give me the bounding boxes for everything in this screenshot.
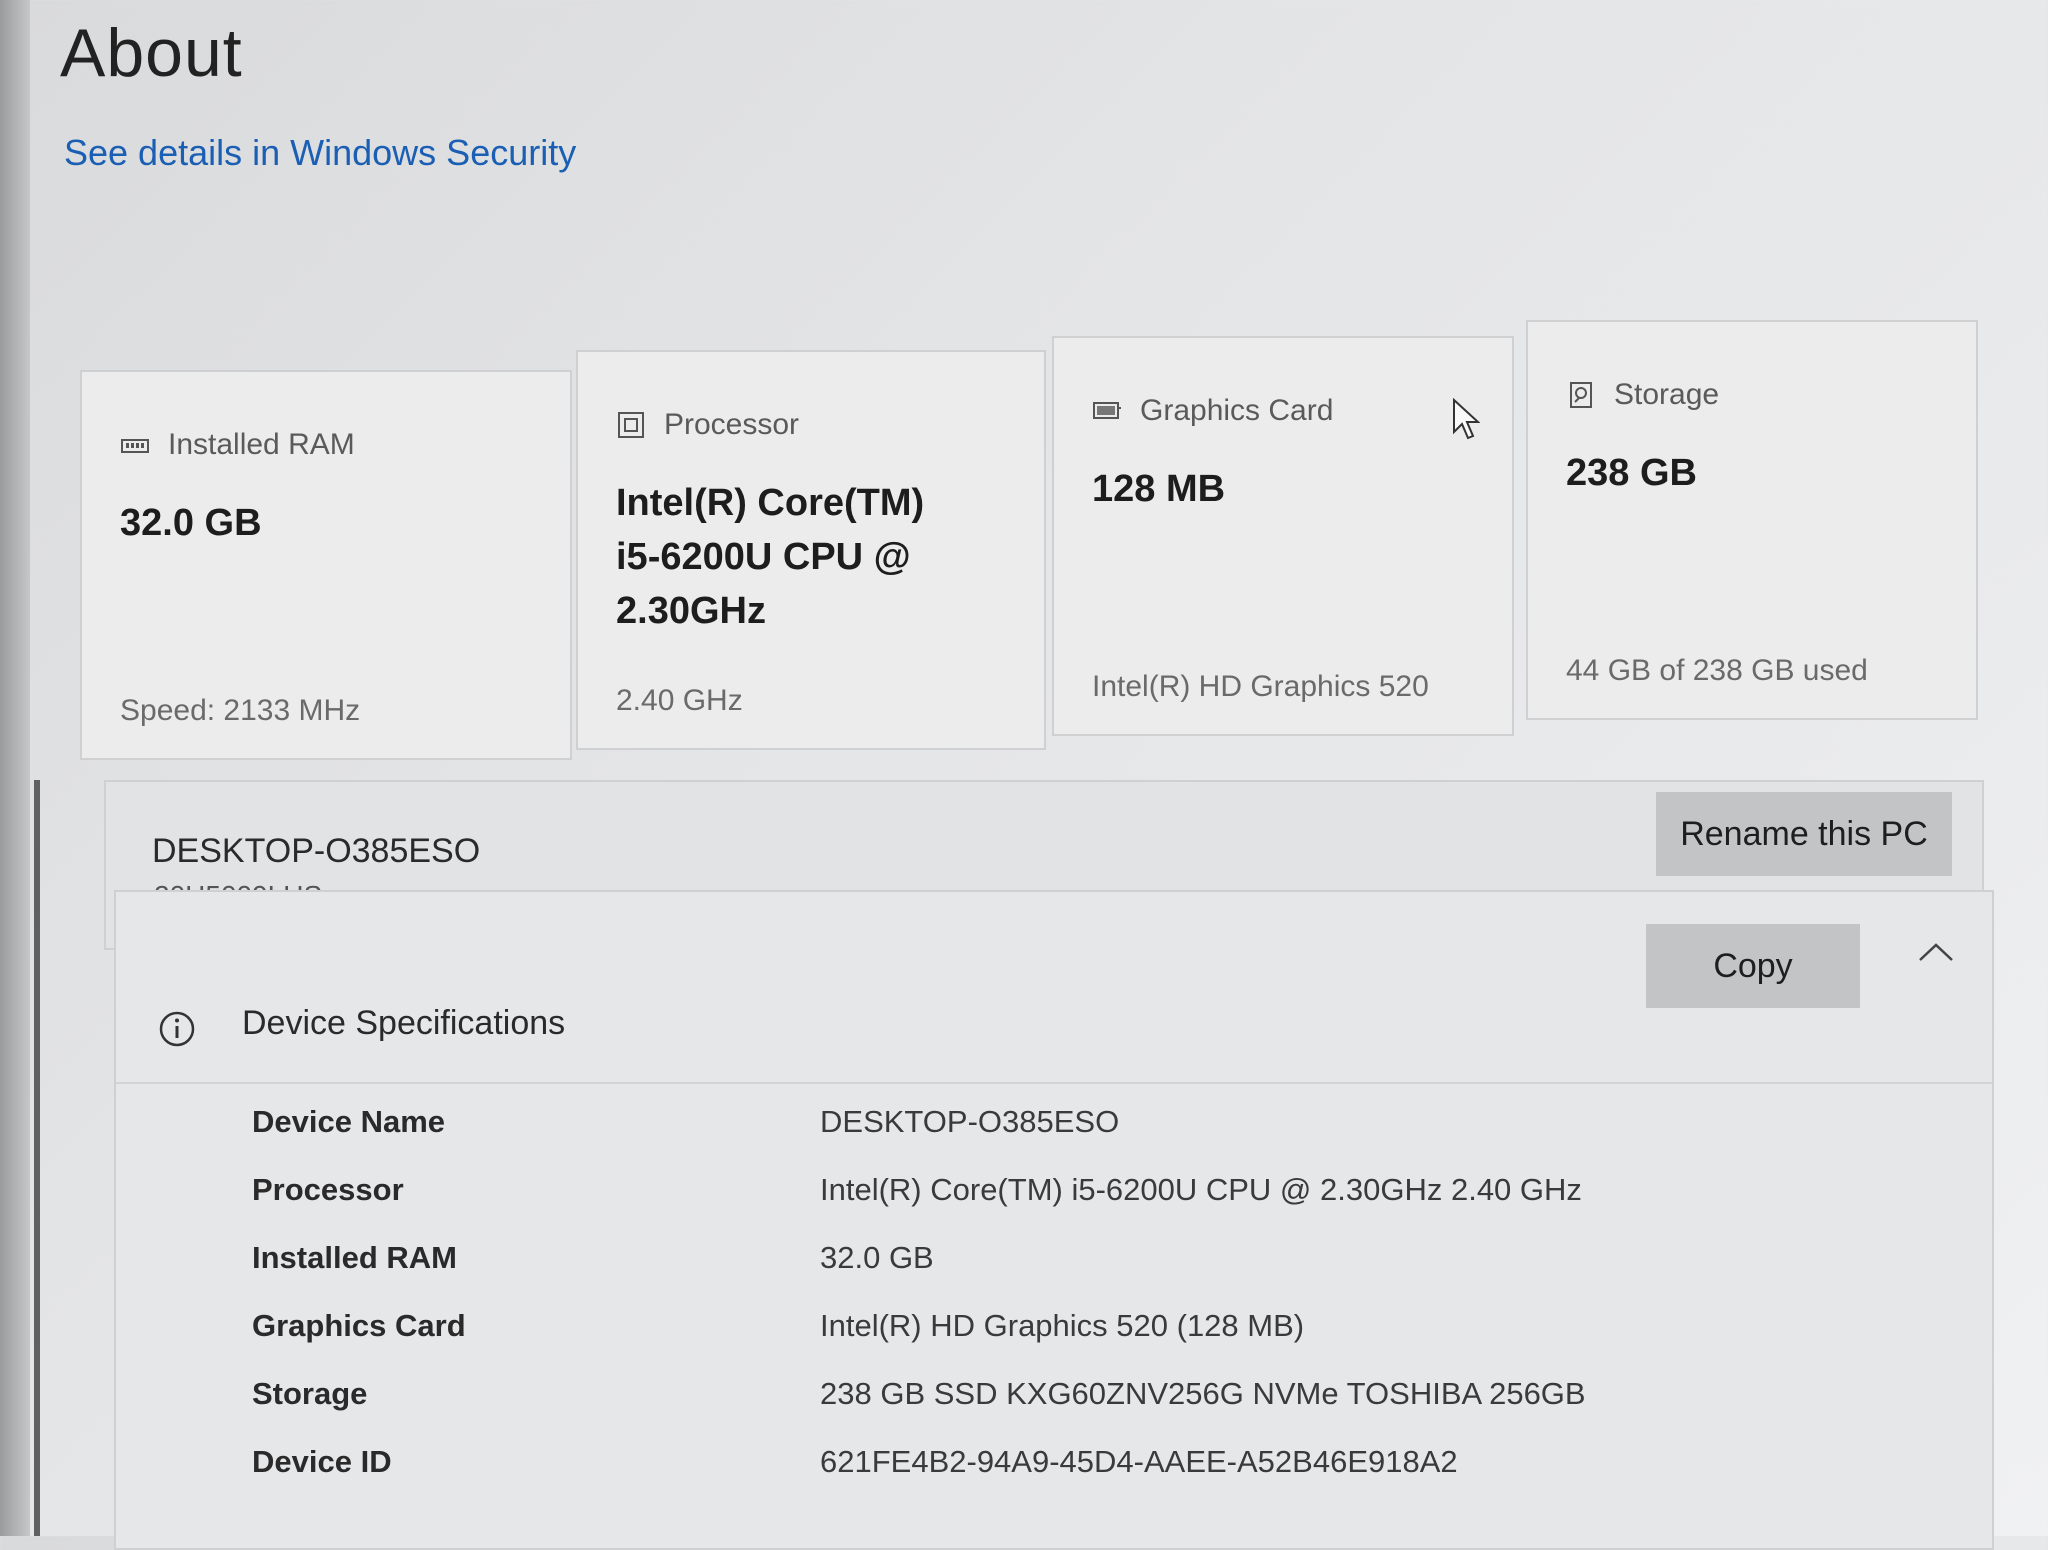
card-footer: Intel(R) HD Graphics 520 [1092, 670, 1429, 703]
memory-icon [121, 439, 149, 453]
spec-label: Storage [252, 1376, 368, 1411]
card-value: 238 GB [1566, 452, 1697, 494]
spec-value: Intel(R) HD Graphics 520 (128 MB) [820, 1308, 1305, 1343]
display-icon [1093, 402, 1121, 419]
spec-label: Graphics Card [252, 1308, 466, 1343]
windows-security-link[interactable]: See details in Windows Security [64, 132, 576, 174]
device-specifications-section: Device Specifications Copy Device Name D… [114, 890, 1994, 1550]
card-value: 128 MB [1092, 468, 1226, 510]
card-header: Storage [1566, 378, 1938, 412]
installed-ram-card: Installed RAM 32.0 GB Speed: 2133 MHz [80, 370, 572, 760]
card-label: Processor [664, 408, 800, 441]
card-value-line: Intel(R) Core(TM) [616, 482, 925, 524]
card-value: 32.0 GB [120, 502, 262, 544]
spec-row-graphics-card: Graphics Card Intel(R) HD Graphics 520 (… [116, 1308, 1992, 1368]
spec-value: 238 GB SSD KXG60ZNV256G NVMe TOSHIBA 256… [820, 1376, 1586, 1411]
spec-value: Intel(R) Core(TM) i5-6200U CPU @ 2.30GHz… [820, 1172, 1582, 1207]
card-label: Storage [1614, 378, 1720, 411]
card-footer: 44 GB of 238 GB used [1566, 654, 1868, 687]
spec-value: 32.0 GB [820, 1240, 934, 1275]
spec-row-storage: Storage 238 GB SSD KXG60ZNV256G NVMe TOS… [116, 1376, 1992, 1436]
rename-pc-button[interactable]: Rename this PC [1656, 792, 1952, 876]
spec-value: DESKTOP-O385ESO [820, 1104, 1120, 1139]
pc-name: DESKTOP-O385ESO [152, 832, 481, 870]
card-label: Graphics Card [1140, 394, 1334, 427]
graphics-card-card: Graphics Card 128 MB Intel(R) HD Graphic… [1052, 336, 1514, 736]
spec-label: Device Name [252, 1104, 446, 1139]
mouse-cursor-icon [1453, 398, 1480, 440]
card-label: Installed RAM [168, 428, 355, 461]
spec-label: Installed RAM [252, 1240, 457, 1275]
card-footer: Speed: 2133 MHz [120, 694, 361, 727]
card-header: Graphics Card [1092, 394, 1474, 428]
spec-row-processor: Processor Intel(R) Core(TM) i5-6200U CPU… [116, 1172, 1992, 1232]
spec-value: 621FE4B2-94A9-45D4-AAEE-A52B46E918A2 [820, 1444, 1458, 1479]
info-icon [159, 1011, 195, 1047]
card-value: Intel(R) Core(TM) i5-6200U CPU @ 2.30GHz [616, 476, 1006, 638]
card-header: Installed RAM [120, 428, 532, 462]
storage-icon [1570, 382, 1592, 408]
device-specifications-title: Device Specifications [242, 1004, 566, 1042]
card-value-line: i5-6200U CPU @ [616, 536, 911, 578]
copy-button[interactable]: Copy [1646, 924, 1860, 1008]
card-footer: 2.40 GHz [616, 684, 743, 717]
page-title: About [60, 15, 243, 91]
storage-card: Storage 238 GB 44 GB of 238 GB used [1526, 320, 1978, 720]
card-value-line: 2.30GHz [616, 590, 766, 632]
screen-left-shadow [0, 0, 30, 1536]
card-header: Processor [616, 408, 1006, 442]
processor-icon [618, 412, 644, 438]
spec-label: Processor [252, 1172, 404, 1207]
spec-row-device-name: Device Name DESKTOP-O385ESO [116, 1104, 1992, 1164]
window-left-edge [34, 780, 40, 1536]
spec-row-device-id: Device ID 621FE4B2-94A9-45D4-AAEE-A52B46… [116, 1444, 1992, 1504]
device-specifications-header[interactable]: Device Specifications Copy [116, 892, 1992, 1084]
spec-row-installed-ram: Installed RAM 32.0 GB [116, 1240, 1992, 1300]
spec-label: Device ID [252, 1444, 392, 1479]
processor-card: Processor Intel(R) Core(TM) i5-6200U CPU… [576, 350, 1046, 750]
chevron-up-icon[interactable] [1916, 940, 1956, 964]
